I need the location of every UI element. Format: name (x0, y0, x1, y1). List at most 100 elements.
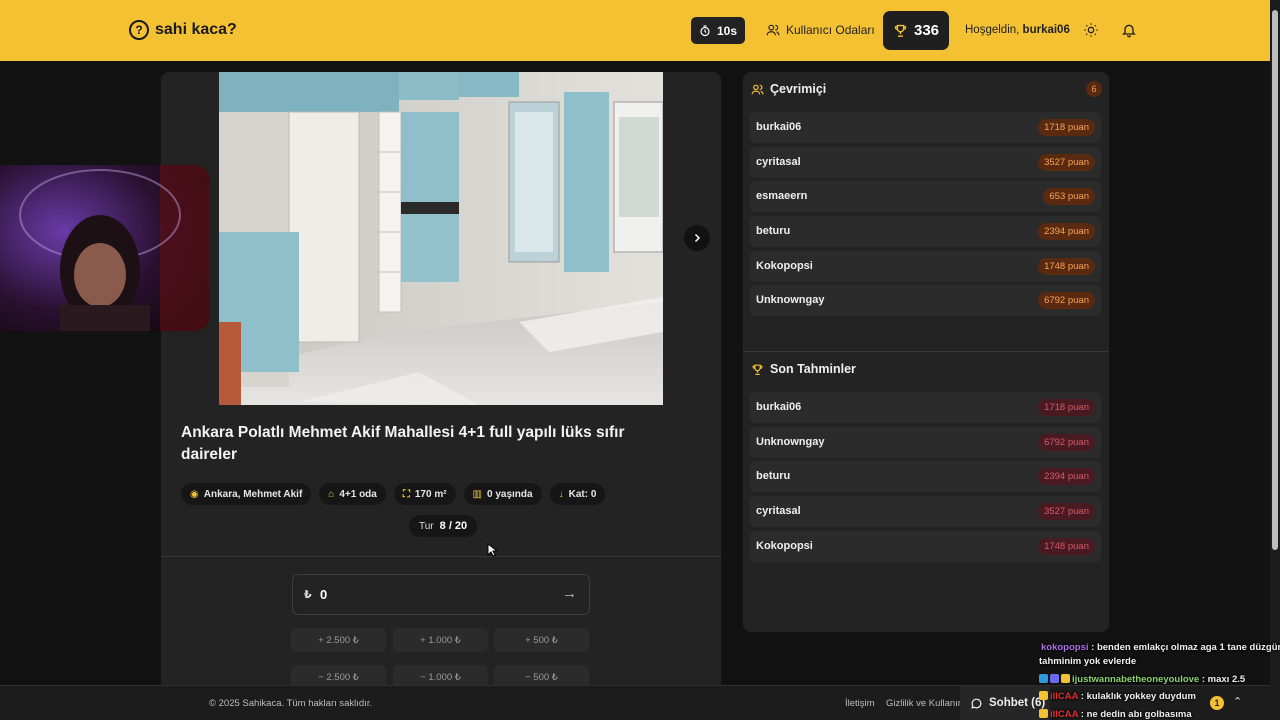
chat-message: : kulaklık yokkey duydum (1080, 691, 1196, 702)
user-points: 1718 puan (1038, 399, 1095, 416)
stream-chat-line: kokopopsi : benden emlakçı olmaz aga 1 t… (1041, 642, 1280, 653)
user-points: 2394 puan (1038, 223, 1095, 240)
chip-label: 0 yaşında (487, 488, 533, 500)
rooms-chip: ⌂ 4+1 oda (319, 483, 386, 505)
badge-icon (1050, 674, 1059, 683)
location-icon: ◉ (190, 488, 199, 500)
bell-icon[interactable] (1121, 22, 1137, 38)
top-header: ? sahi kaca? 10s Kullanıcı Odaları 336 H… (0, 0, 1270, 61)
user-name: burkai06 (756, 121, 802, 133)
listing-photo[interactable] (219, 72, 663, 405)
stream-chat-line: tahminim yok evlerde (1039, 656, 1136, 667)
floor-chip: ↓ Kat: 0 (549, 483, 606, 505)
users-icon (766, 24, 780, 36)
scrollbar-thumb[interactable] (1272, 10, 1278, 550)
chevron-right-icon (694, 233, 701, 243)
logo-text: sahi kaca? (155, 21, 237, 38)
recent-guess-row: cyritasal 3527 puan (750, 496, 1101, 527)
chip-label: 170 m² (414, 488, 447, 500)
timer-value: 10s (716, 23, 738, 38)
add-1000-button[interactable]: + 1.000 ₺ (393, 628, 488, 652)
welcome-text: Hoşgeldin, burkai06 (965, 24, 1070, 36)
user-points: 3527 puan (1038, 154, 1095, 171)
recent-guess-row: Unknowngay 6792 puan (750, 427, 1101, 458)
chat-label: Sohbet (6) (989, 697, 1046, 709)
chip-label: Kat: 0 (568, 488, 597, 500)
building-age-icon: ▥ (472, 488, 482, 500)
chat-message: : benden emlakçı olmaz aga 1 tane düzgün (1091, 642, 1280, 653)
user-rooms-link[interactable]: Kullanıcı Odaları (766, 23, 875, 37)
user-points: 2394 puan (1038, 468, 1095, 485)
online-user-row[interactable]: esmaeern 653 puan (750, 181, 1101, 212)
guess-value[interactable]: 0 (320, 587, 327, 602)
user-points: 653 puan (1043, 188, 1095, 205)
user-points: 6792 puan (1038, 292, 1095, 309)
stopwatch-icon (700, 24, 710, 36)
notification-count-badge: 1 (1210, 696, 1224, 710)
round-label: Tur (419, 520, 434, 532)
submit-arrow-icon[interactable]: → (562, 585, 577, 602)
online-title: Çevrimiçi (770, 82, 827, 96)
chat-message: : maxı 2.5 (1201, 674, 1246, 685)
add-500-button[interactable]: + 500 ₺ (494, 628, 589, 652)
round-value: 8 / 20 (439, 520, 468, 532)
floor-icon: ↓ (558, 488, 564, 500)
section-divider (161, 556, 721, 557)
recent-guesses-header: Son Tahminler (751, 362, 856, 376)
user-name: Kokopopsi (756, 540, 813, 552)
user-points: 1718 puan (1038, 119, 1095, 136)
chat-bubble-icon (971, 698, 982, 709)
chat-message: : ne dedin abı golbasıma (1080, 709, 1192, 720)
sun-icon[interactable] (1083, 22, 1099, 38)
chip-label: 4+1 oda (339, 488, 377, 500)
stream-chat-line: ijustwannabetheoneyoulove : maxı 2.5 (1039, 674, 1245, 685)
user-name: beturu (756, 225, 791, 237)
badge-icon (1039, 709, 1048, 718)
user-name: cyritasal (756, 505, 801, 517)
score-badge[interactable]: 336 (883, 11, 949, 50)
privacy-link[interactable]: Gizlilik ve Kullanım (886, 698, 966, 709)
sidebar: Çevrimiçi 6 burkai06 1718 puan cyritasal 3… (743, 72, 1109, 632)
trophy-icon (894, 24, 907, 37)
online-user-row[interactable]: Unknowngay 6792 puan (750, 285, 1101, 316)
listing-features: ◉ Ankara, Mehmet Akif ⌂ 4+1 oda ⛶ 170 m² ▥ 0… (181, 483, 606, 505)
webcam-feed-illustration (0, 165, 209, 331)
copyright-text: © 2025 Sahikaca. Tüm hakları saklıdır. (209, 698, 373, 709)
score-value: 336 (913, 22, 940, 39)
user-name: beturu (756, 470, 791, 482)
online-user-row[interactable]: burkai06 1718 puan (750, 112, 1101, 143)
price-guess-input[interactable]: ₺ 0 → (292, 574, 590, 615)
user-name: Unknowngay (756, 294, 825, 306)
online-user-row[interactable]: cyritasal 3527 puan (750, 147, 1101, 178)
question-circle-icon: ? (129, 20, 149, 40)
users-icon (751, 84, 764, 94)
trophy-icon (752, 364, 763, 375)
online-user-row[interactable]: Kokopopsi 1748 puan (750, 251, 1101, 282)
chat-toggle-button[interactable]: Sohbet (6) (960, 686, 1050, 720)
stream-chat-line: iIICAA : ne dedin abı golbasıma (1039, 709, 1192, 720)
add-2500-button[interactable]: + 2.500 ₺ (291, 628, 386, 652)
contact-link[interactable]: İletişim (845, 698, 875, 709)
stream-chat-line: iIICAA : kulaklık yokkey duydum (1039, 691, 1196, 702)
user-name: cyritasal (756, 156, 801, 168)
listing-card: Ankara Polatlı Mehmet Akif Mahallesi 4+1… (161, 72, 721, 720)
area-chip: ⛶ 170 m² (393, 483, 456, 505)
chevron-up-icon[interactable]: ⌃ (1233, 695, 1242, 708)
chat-user: kokopopsi (1041, 642, 1089, 653)
webcam-overlay (0, 165, 209, 331)
online-user-row[interactable]: beturu 2394 puan (750, 216, 1101, 247)
welcome-prefix: Hoşgeldin, (965, 24, 1020, 36)
listing-title: Ankara Polatlı Mehmet Akif Mahallesi 4+1… (181, 424, 625, 463)
sidebar-divider (743, 351, 1109, 352)
location-chip: ◉ Ankara, Mehmet Akif (181, 483, 312, 505)
user-points: 6792 puan (1038, 434, 1095, 451)
rooms-label: Kullanıcı Odaları (786, 23, 875, 37)
chat-user: iIICAA (1050, 691, 1079, 702)
user-points: 1748 puan (1038, 258, 1095, 275)
site-logo[interactable]: ? sahi kaca? (129, 20, 237, 40)
chat-user: iIICAA (1050, 709, 1079, 720)
user-name: esmaeern (756, 190, 808, 202)
next-photo-button[interactable] (684, 225, 710, 251)
page-scrollbar[interactable] (1270, 0, 1280, 720)
welcome-username[interactable]: burkai06 (1023, 24, 1070, 36)
